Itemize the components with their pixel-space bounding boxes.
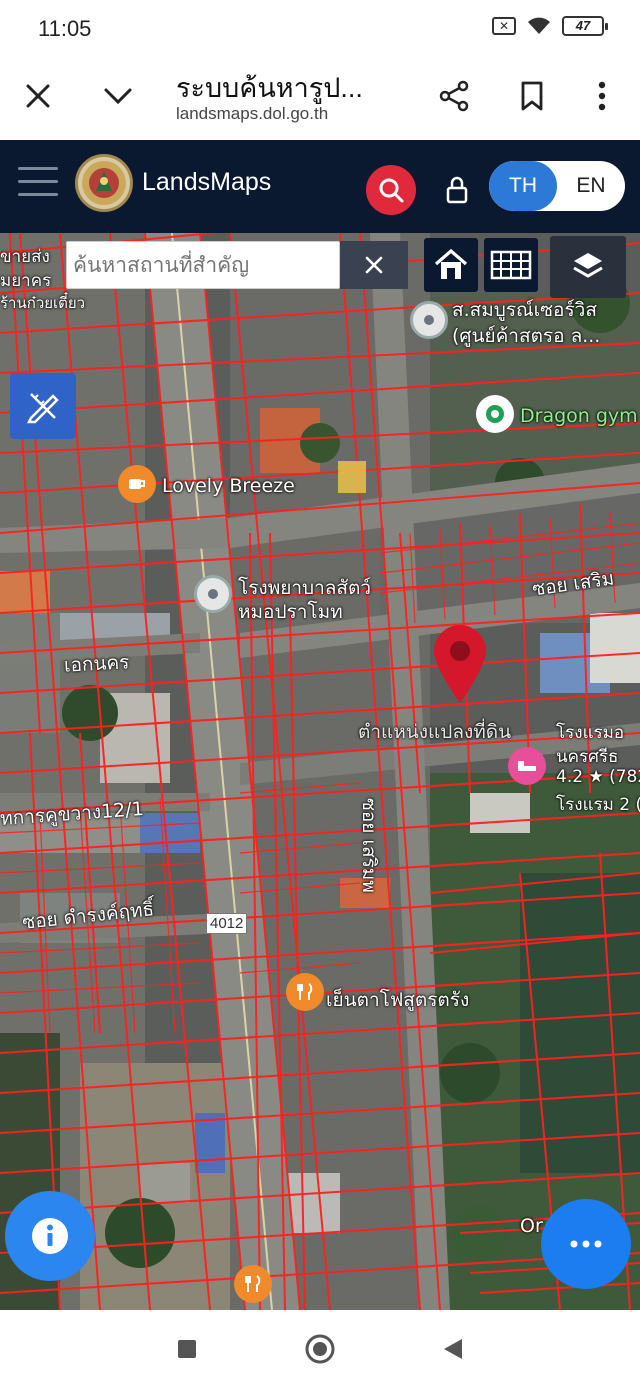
wifi-icon	[526, 16, 552, 36]
system-nav-bar	[0, 1310, 640, 1386]
map-label: มยาคร	[0, 271, 52, 291]
map-label: โรงแรม 2 (	[556, 795, 640, 815]
map-view[interactable]: ขายส่ง มยาคร ร้านก๋วยเตี๋ยว ส.สมบูรณ์เซอ…	[0, 233, 640, 1310]
bookmark-icon[interactable]	[510, 74, 554, 118]
map-label: โรงแรมอ	[556, 723, 625, 743]
map-search-input[interactable]	[67, 242, 339, 288]
map-label: หมอปราโมท	[238, 601, 343, 623]
language-toggle[interactable]: TH EN	[489, 161, 625, 211]
home-nav-icon[interactable]	[303, 1332, 337, 1366]
clear-search-button[interactable]	[340, 241, 408, 289]
map-label: เอกนคร	[63, 651, 130, 677]
status-time: 11:05	[38, 16, 92, 41]
chevron-down-icon[interactable]	[96, 74, 140, 118]
grid-icon	[490, 250, 532, 280]
map-label: ขายส่ง	[0, 247, 50, 267]
recent-apps-icon[interactable]	[170, 1332, 204, 1366]
draw-tool-button[interactable]	[10, 373, 76, 439]
hotel-icon[interactable]	[508, 747, 546, 785]
close-icon	[365, 256, 383, 274]
map-label: (ศูนย์ค้าสตรอ ล...	[452, 325, 601, 347]
more-horiz-icon	[570, 1240, 602, 1248]
app-header: LandsMaps TH EN	[0, 140, 640, 233]
map-label: Or	[520, 1215, 543, 1237]
info-icon	[32, 1218, 68, 1254]
more-options-button[interactable]	[541, 1199, 631, 1289]
restaurant-icon[interactable]	[286, 973, 324, 1011]
page-title: ระบบค้นหารูป...	[176, 73, 363, 103]
battery-level: 47	[575, 18, 591, 33]
browser-toolbar: ระบบค้นหารูป... landsmaps.dol.go.th	[0, 58, 640, 140]
map-label: Dragon gym	[520, 405, 638, 427]
share-icon[interactable]	[432, 74, 476, 118]
back-icon[interactable]	[436, 1332, 470, 1366]
place-pin-icon[interactable]	[410, 301, 448, 339]
close-icon[interactable]	[16, 74, 60, 118]
logo	[75, 154, 133, 212]
notification-icon: ✕	[492, 17, 516, 35]
hospital-pin-icon[interactable]	[194, 575, 232, 613]
search-icon	[379, 178, 404, 203]
lang-en-button[interactable]: EN	[557, 161, 625, 211]
restaurant-icon[interactable]	[234, 1265, 272, 1303]
info-button[interactable]	[5, 1191, 95, 1281]
home-button[interactable]	[424, 238, 478, 292]
pencil-ruler-icon	[26, 393, 59, 424]
grid-button[interactable]	[484, 238, 538, 292]
status-icons: ✕ 47	[492, 16, 608, 36]
map-search-box[interactable]	[66, 241, 340, 289]
map-label: Lovely Breeze	[162, 475, 295, 497]
battery-icon: 47	[562, 16, 608, 36]
map-label: ตำแหน่งแปลงที่ดิน	[358, 721, 512, 743]
brand-name: LandsMaps	[142, 168, 272, 196]
map-label: ร้านก๋วยเตี๋ยว	[0, 294, 86, 312]
cafe-icon[interactable]	[118, 465, 156, 503]
layers-icon	[573, 253, 603, 278]
menu-icon[interactable]	[18, 167, 58, 199]
status-bar: 11:05 ✕ 47	[0, 0, 640, 58]
map-label: เย็นตาโฟสูตรตรัง	[326, 989, 470, 1011]
road-number-badge: 4012	[206, 913, 248, 934]
map-label: นครศรีธ	[556, 747, 619, 767]
lang-th-button[interactable]: TH	[489, 161, 557, 211]
more-vert-icon[interactable]	[580, 74, 624, 118]
page-url: landsmaps.dol.go.th	[176, 104, 329, 123]
home-icon	[434, 248, 468, 279]
parcel-location-pin-icon[interactable]	[430, 621, 490, 705]
search-button[interactable]	[366, 165, 416, 215]
layers-button[interactable]	[550, 236, 626, 298]
gym-pin-icon[interactable]	[476, 395, 514, 433]
map-label: 4.2 ★ (782	[556, 767, 640, 787]
lock-icon[interactable]	[440, 173, 474, 207]
map-label: ซอย เสริมพ	[358, 798, 380, 893]
